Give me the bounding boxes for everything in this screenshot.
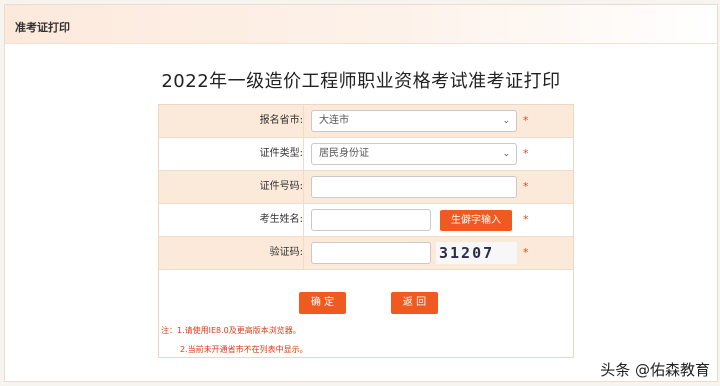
required-mark: * <box>523 213 529 226</box>
province-select[interactable]: 大连市 ⌄ <box>311 110 517 132</box>
required-mark: * <box>523 246 529 259</box>
captcha-label: 验证码: <box>159 237 304 269</box>
id-number-label: 证件号码: <box>159 171 304 203</box>
captcha-input[interactable] <box>311 242 431 264</box>
province-row: 报名省市: 大连市 ⌄ * <box>159 105 573 138</box>
id-type-label: 证件类型: <box>159 138 304 170</box>
confirm-button[interactable]: 确 定 <box>299 292 346 314</box>
province-select-value: 大连市 <box>319 115 349 126</box>
watermark: 头条 @佑森教育 <box>600 361 710 379</box>
chevron-down-icon: ⌄ <box>502 116 510 126</box>
id-type-select[interactable]: 居民身份证 ⌄ <box>311 143 517 165</box>
id-type-row: 证件类型: 居民身份证 ⌄ * <box>159 138 573 171</box>
back-button[interactable]: 返 回 <box>391 292 438 314</box>
chevron-down-icon: ⌄ <box>502 149 510 159</box>
rare-char-input-button[interactable]: 生僻字输入 <box>440 210 512 231</box>
note-line-2: 2.当前未开通省市不在列表中显示。 <box>180 345 308 354</box>
name-label: 考生姓名: <box>159 204 304 236</box>
id-number-row: 证件号码: * <box>159 171 573 204</box>
required-mark: * <box>523 114 529 127</box>
required-mark: * <box>523 180 529 193</box>
panel-header-title: 准考证打印 <box>15 21 70 34</box>
province-label: 报名省市: <box>159 105 304 137</box>
page-title: 2022年一级造价工程师职业资格考试准考证打印 <box>161 71 561 92</box>
captcha-row: 验证码: 31207 * <box>159 237 573 270</box>
panel-header: 准考证打印 <box>5 5 717 44</box>
name-input[interactable] <box>311 209 431 231</box>
captcha-image[interactable]: 31207 <box>436 242 517 264</box>
exam-admission-panel: 准考证打印 2022年一级造价工程师职业资格考试准考证打印 报名省市: 大连市 … <box>4 4 718 382</box>
id-number-input[interactable] <box>311 176 517 198</box>
name-row: 考生姓名: 生僻字输入 * <box>159 204 573 237</box>
id-type-select-value: 居民身份证 <box>319 148 369 159</box>
admission-form: 报名省市: 大连市 ⌄ * 证件类型: 居民身份证 ⌄ * 证件号码: * 考生… <box>158 104 574 358</box>
note-line-1: 注：1.请使用IE8.0及更高版本浏览器。 <box>161 326 301 335</box>
required-mark: * <box>523 147 529 160</box>
